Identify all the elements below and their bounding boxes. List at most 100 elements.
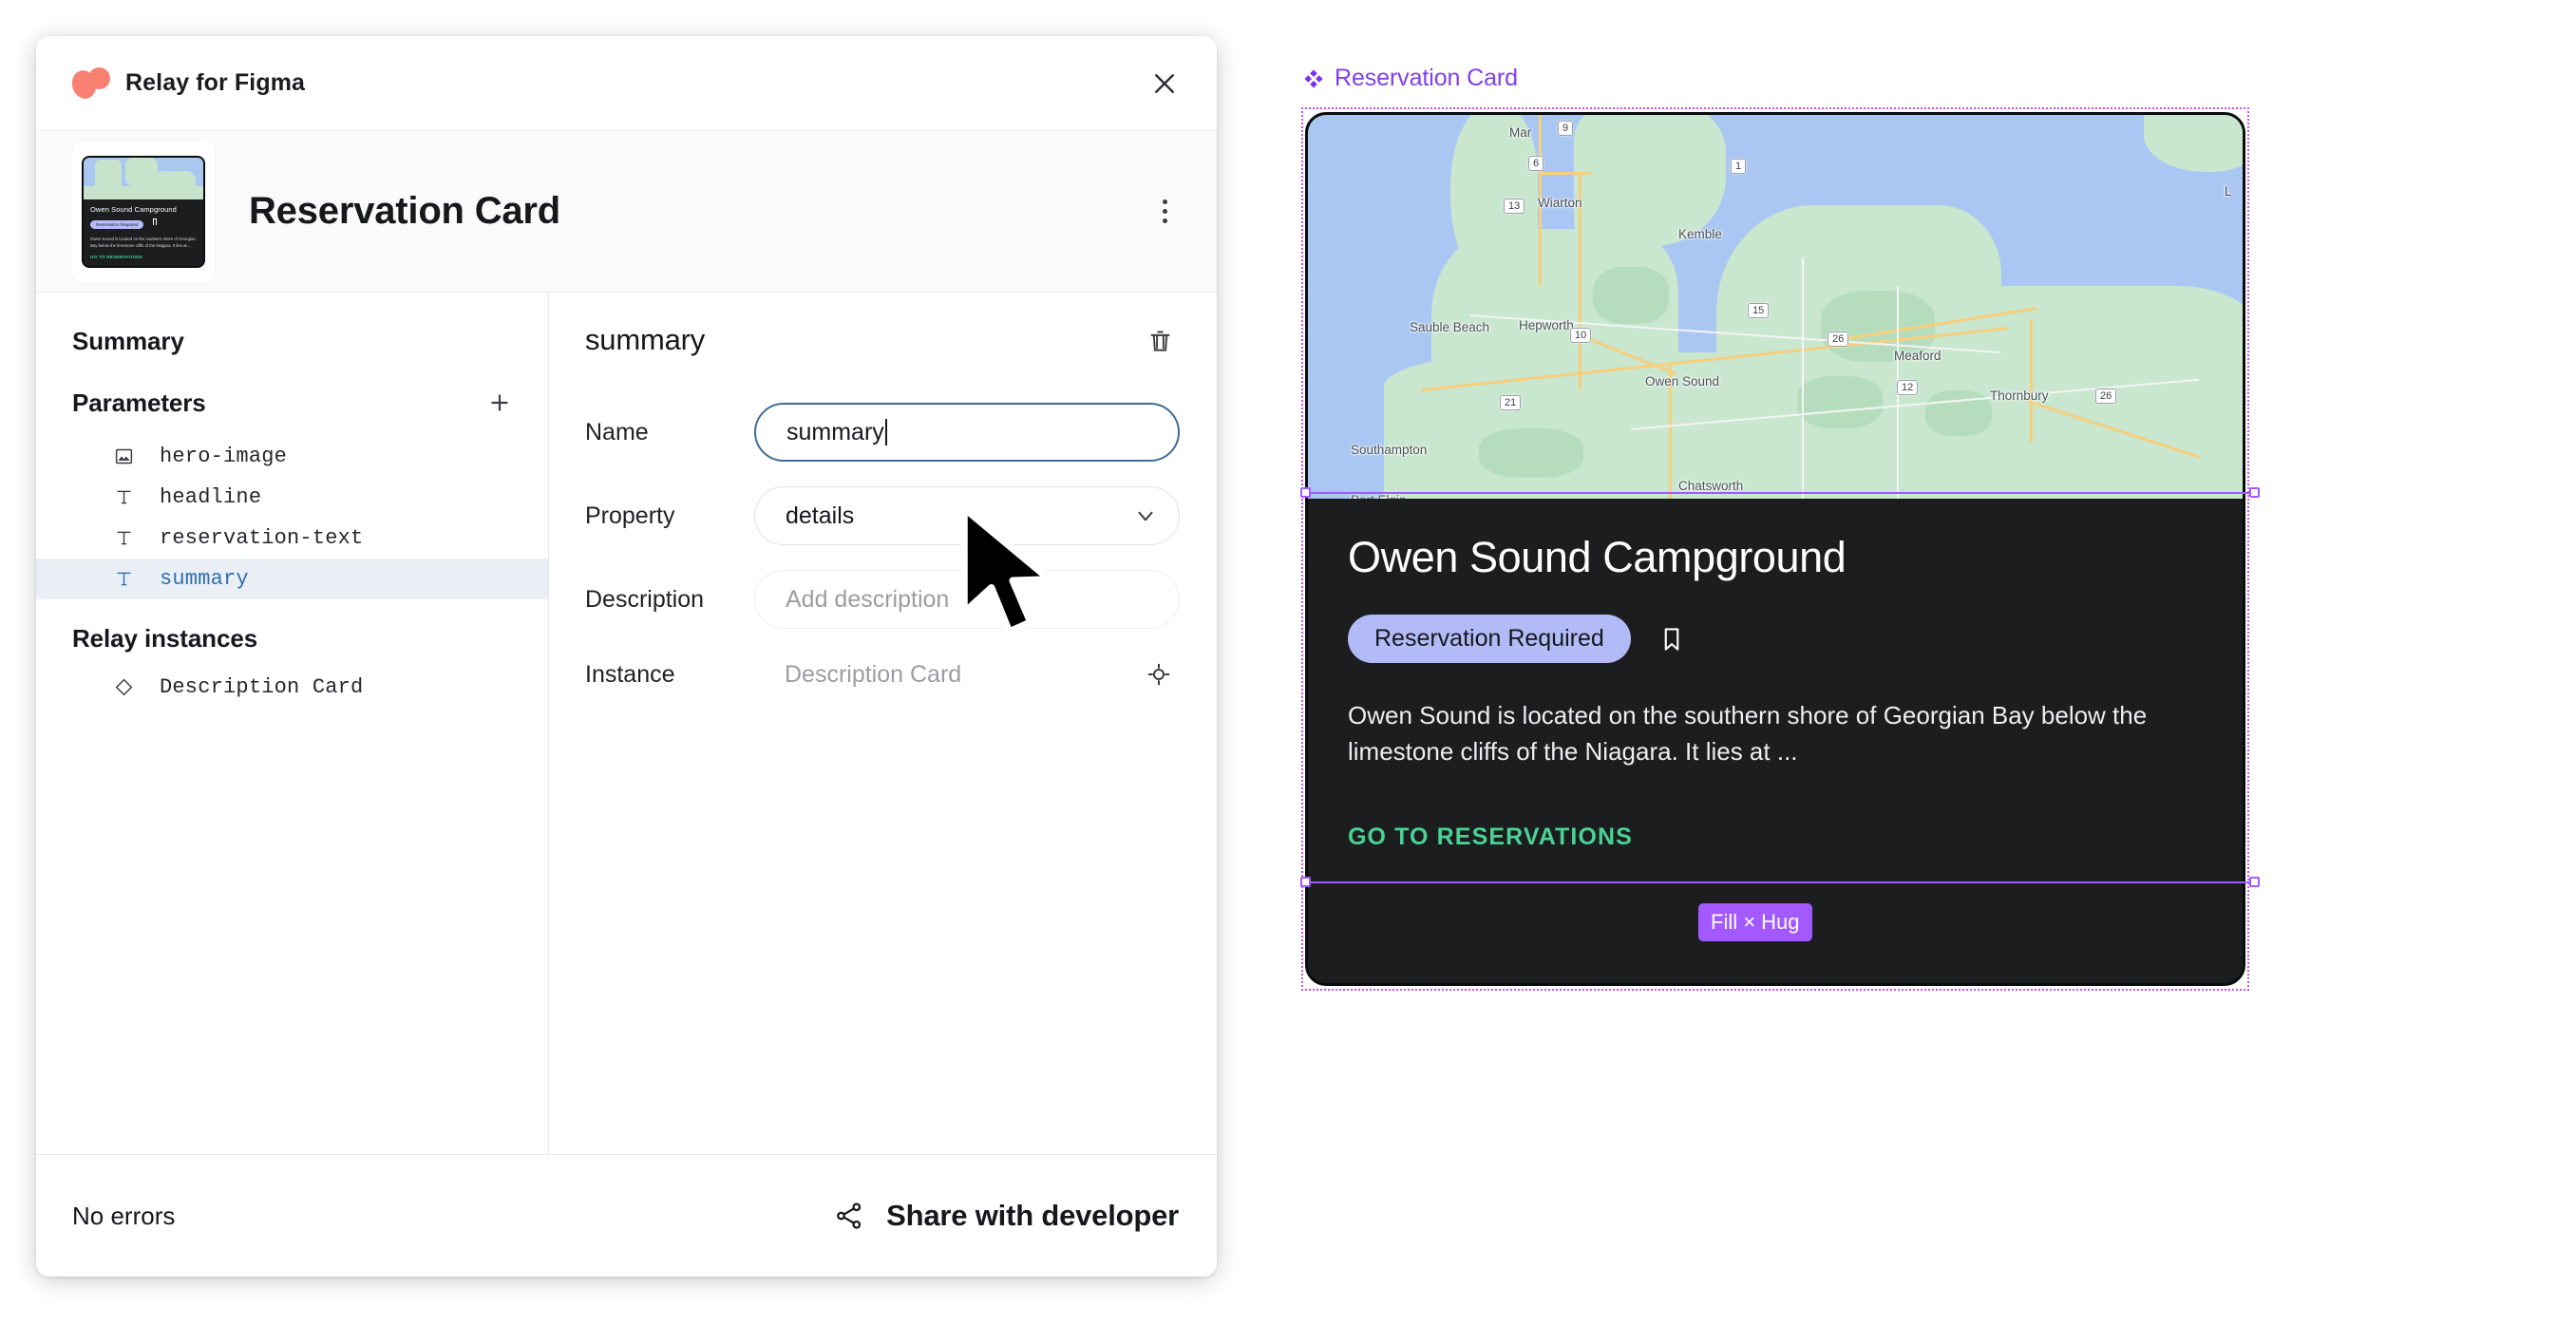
map-place-label: Hepworth <box>1519 318 1574 332</box>
share-with-developer-button[interactable]: Share with developer <box>833 1199 1179 1233</box>
parameter-item-headline[interactable]: headline <box>36 477 548 518</box>
map-place-label: Wiarton <box>1538 196 1582 210</box>
status-text: No errors <box>72 1201 176 1230</box>
canvas-component-label[interactable]: Reservation Card <box>1303 65 1518 92</box>
parameters-heading: Parameters <box>72 388 206 417</box>
text-icon <box>110 487 137 507</box>
relay-plugin-window: Relay for Figma Owen Sound Campground Re… <box>36 36 1217 1277</box>
name-field-row: Name summary <box>585 403 1181 462</box>
delete-parameter-button[interactable] <box>1139 319 1181 361</box>
card-cta-link[interactable]: GO TO RESERVATIONS <box>1348 824 2203 851</box>
name-input[interactable]: summary <box>754 403 1180 462</box>
screen-root: Relay for Figma Owen Sound Campground Re… <box>0 0 2576 1326</box>
detail-header: summary <box>585 319 1181 361</box>
plugin-body: Summary Parameters hero-image headline r… <box>36 293 1217 1155</box>
map-highway-shield: 1 <box>1731 159 1747 175</box>
map-highway-shield: 21 <box>1500 395 1522 411</box>
map-highway-shield: 13 <box>1504 199 1525 215</box>
parameter-label: headline <box>160 485 262 509</box>
relay-instances-heading: Relay instances <box>72 624 258 653</box>
property-select[interactable]: details <box>754 486 1180 545</box>
text-icon <box>110 528 137 548</box>
parameters-pane: Summary Parameters hero-image headline r… <box>36 293 549 1154</box>
component-diamond-icon <box>1303 68 1324 89</box>
description-placeholder: Add description <box>786 585 950 613</box>
thumbnail-title: Owen Sound Campground <box>90 204 177 214</box>
add-parameter-button[interactable] <box>480 383 520 423</box>
component-menu-button[interactable] <box>1143 190 1186 234</box>
parameter-item-summary[interactable]: summary <box>36 559 548 599</box>
description-label: Description <box>585 585 705 613</box>
map-place-label: Mar <box>1509 125 1532 140</box>
selection-handle[interactable] <box>2249 877 2260 887</box>
thumbnail-cta: GO TO RESERVATIONS <box>90 255 143 260</box>
text-icon <box>110 569 137 589</box>
description-input[interactable]: Add description <box>754 570 1180 629</box>
map-highway-shield: 6 <box>1528 156 1544 172</box>
map-place-label: Southampton <box>1351 443 1428 457</box>
thumbnail-body: Owen Sound Campground Reservation Requir… <box>84 199 203 260</box>
property-field-row: Property details <box>585 486 1181 545</box>
instance-value: Description Card <box>785 660 962 688</box>
selection-line-top <box>1305 492 2255 494</box>
crosshair-target-icon <box>1147 663 1170 686</box>
relay-logo-icon <box>68 66 110 102</box>
card-paragraph: Owen Sound is located on the southern sh… <box>1348 701 2148 767</box>
reservation-card: Mar Wiarton Kemble Sauble Beach Hepworth… <box>1305 112 2245 986</box>
card-map-image: Mar Wiarton Kemble Sauble Beach Hepworth… <box>1308 115 2243 499</box>
name-label: Name <box>585 418 649 445</box>
summary-heading: Summary <box>72 327 184 355</box>
component-header: Owen Sound Campground Reservation Requir… <box>36 131 1217 293</box>
plugin-footer: No errors Share with developer <box>36 1155 1217 1277</box>
relay-instance-label: Description Card <box>160 675 364 699</box>
selection-handle[interactable] <box>1300 877 1311 887</box>
component-title: Reservation Card <box>249 190 561 232</box>
instance-label: Instance <box>585 660 675 688</box>
close-button[interactable] <box>1143 62 1186 105</box>
canvas-component-label-text: Reservation Card <box>1335 65 1518 91</box>
detail-title: summary <box>585 323 706 356</box>
diamond-icon <box>110 677 137 697</box>
card-title: Owen Sound Campground <box>1348 533 1847 581</box>
size-badge: Fill × Hug <box>1698 903 1812 941</box>
bookmark-icon[interactable] <box>1657 625 1686 654</box>
map-highway-shield: 12 <box>1897 380 1919 396</box>
map-place-label: Sauble Beach <box>1410 320 1490 334</box>
map-highway-shield: 26 <box>2095 388 2117 405</box>
chevron-down-icon <box>1133 503 1158 528</box>
description-field-row: Description Add description <box>585 570 1181 629</box>
instance-field-row: Instance Description Card <box>585 654 1181 695</box>
map-place-label: Kemble <box>1678 227 1722 241</box>
reservation-status-badge: Reservation Required <box>1348 615 1631 663</box>
figma-frame[interactable]: Mar Wiarton Kemble Sauble Beach Hepworth… <box>1301 107 2249 991</box>
map-place-label: Owen Sound <box>1645 374 1720 388</box>
locate-instance-button[interactable] <box>1138 654 1180 695</box>
instance-row: Description Card <box>754 654 1180 695</box>
parameter-detail-pane: summary Name summary Property details De… <box>549 293 1217 1154</box>
map-place-label: Meaford <box>1894 349 1941 363</box>
image-icon <box>110 446 137 466</box>
thumbnail-badge: Reservation Required <box>90 219 144 229</box>
parameter-item-hero-image[interactable]: hero-image <box>36 436 548 477</box>
parameter-item-reservation-text[interactable]: reservation-text <box>36 518 548 559</box>
thumbnail-map <box>84 157 203 199</box>
close-icon <box>1155 73 1174 93</box>
share-label: Share with developer <box>886 1199 1179 1232</box>
thumbnail-bookmark-icon <box>152 218 157 225</box>
map-place-label: L <box>2225 184 2232 199</box>
selection-handle[interactable] <box>2249 487 2260 498</box>
map-highway-shield: 9 <box>1558 121 1574 137</box>
property-field-control: details <box>754 486 1181 545</box>
instance-field-control: Description Card <box>754 654 1181 695</box>
card-badge-row: Reservation Required <box>1348 615 2203 663</box>
component-thumbnail: Owen Sound Campground Reservation Requir… <box>72 140 215 283</box>
map-place-label: Thornbury <box>1990 388 2049 403</box>
selection-handle[interactable] <box>1300 487 1311 498</box>
parameter-label: summary <box>160 567 249 591</box>
property-label: Property <box>585 502 675 529</box>
plus-icon <box>491 394 508 411</box>
parameters-header-row: Parameters <box>36 369 548 436</box>
name-input-value: summary <box>786 418 884 445</box>
description-field-control: Add description <box>754 570 1181 629</box>
relay-instance-item-description-card[interactable]: Description Card <box>36 667 548 708</box>
